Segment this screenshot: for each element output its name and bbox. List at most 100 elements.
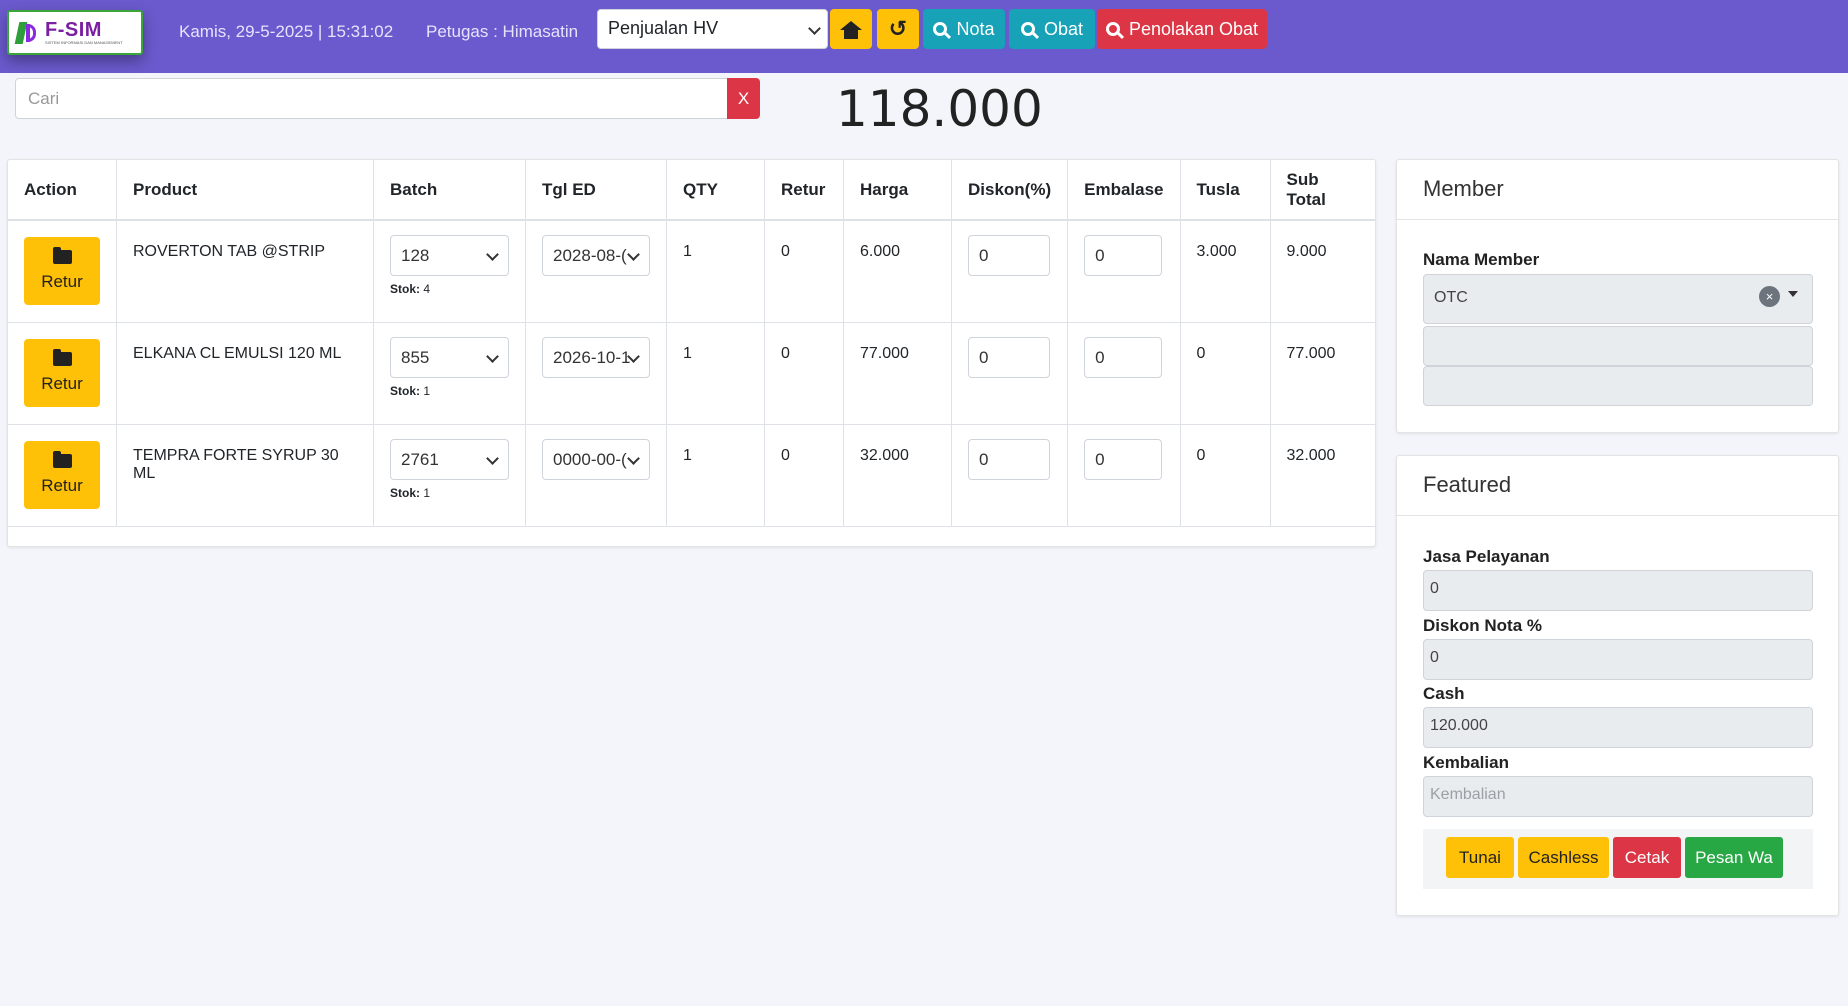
col-subtotal: Sub Total <box>1270 160 1376 221</box>
batch-select[interactable]: 2761 <box>390 438 509 480</box>
cart-table: Action Product Batch Tgl ED QTY Retur Ha… <box>8 160 1376 527</box>
tusla-value: 3.000 <box>1180 220 1271 323</box>
tgl-ed-select[interactable]: 2026-10-1 <box>542 336 650 378</box>
diskon-input[interactable]: 0 <box>968 336 1050 378</box>
penolakan-obat-button[interactable]: Penolakan Obat <box>1097 9 1267 49</box>
retur-label: Retur <box>41 272 83 291</box>
petugas-text: Petugas : Himasatin <box>426 22 579 41</box>
clear-icon[interactable]: × <box>1759 286 1780 307</box>
search-input[interactable]: Cari <box>15 78 728 119</box>
stok-label: Stok: <box>390 383 420 398</box>
retur-button[interactable]: Retur <box>24 237 100 305</box>
featured-card-title: Featured <box>1397 456 1838 516</box>
embalase-input[interactable]: 0 <box>1084 438 1163 480</box>
member-card-title: Member <box>1397 160 1838 220</box>
jasa-pelayanan-label: Jasa Pelayanan <box>1423 547 1550 566</box>
stok-label: Stok: <box>390 485 420 500</box>
product-name: ROVERTON TAB @STRIP <box>116 220 374 323</box>
folder-icon <box>52 247 72 264</box>
obat-label: Obat <box>1043 18 1084 39</box>
chevron-down-icon <box>808 22 821 35</box>
refresh-button[interactable]: ↺ <box>877 9 919 49</box>
search-clear-button[interactable]: X <box>727 78 760 119</box>
kembalian-input[interactable]: Kembalian <box>1423 776 1813 817</box>
subtotal-value: 9.000 <box>1270 220 1376 323</box>
tgl-ed-select[interactable]: 0000-00-( <box>542 438 650 480</box>
undo-icon: ↺ <box>888 16 908 41</box>
chevron-down-icon <box>486 451 499 465</box>
featured-card: Featured Jasa Pelayanan 0 Diskon Nota % … <box>1396 455 1839 916</box>
subtotal-value: 77.000 <box>1270 322 1376 425</box>
jasa-pelayanan-input[interactable]: 0 <box>1423 570 1813 611</box>
col-embalase: Embalase <box>1067 160 1181 221</box>
batch-value: 2761 <box>401 449 439 469</box>
member-info-field-1[interactable] <box>1423 326 1813 366</box>
chevron-down-icon <box>486 349 499 363</box>
logo-subtitle: SISTEM INFORMASI DAN MANAGEMENT <box>45 39 123 45</box>
col-product: Product <box>116 160 374 221</box>
folder-icon <box>52 450 72 468</box>
retur-button[interactable]: Retur <box>24 338 100 407</box>
embalase-input[interactable]: 0 <box>1084 336 1163 378</box>
diskon-input[interactable]: 0 <box>968 438 1050 480</box>
tgl-ed-value: 2026-10-1 <box>553 347 631 367</box>
home-button[interactable] <box>830 9 872 49</box>
obat-button[interactable]: Obat <box>1009 9 1095 49</box>
member-info-field-2[interactable] <box>1423 366 1813 406</box>
pesan-wa-button[interactable]: Pesan Wa <box>1685 837 1783 878</box>
logo-mark-icon <box>14 20 39 46</box>
embalase-input[interactable]: 0 <box>1084 235 1163 276</box>
stok-value: 4 <box>423 282 431 296</box>
tgl-ed-select[interactable]: 2028-08-( <box>542 235 650 276</box>
chevron-down-icon <box>627 248 640 261</box>
chevron-down-icon <box>486 248 499 261</box>
nota-button[interactable]: Nota <box>923 9 1005 49</box>
harga-value: 6.000 <box>843 220 952 323</box>
nota-label: Nota <box>956 18 995 39</box>
col-action: Action <box>8 160 117 221</box>
col-tgl-ed: Tgl ED <box>525 160 667 221</box>
diskon-input[interactable]: 0 <box>968 235 1050 276</box>
diskon-nota-input[interactable]: 0 <box>1423 639 1813 680</box>
table-row: Retur TEMPRA FORTE SYRUP 30 ML 2761 Stok… <box>8 424 1376 527</box>
folder-icon <box>52 348 72 366</box>
cetak-button[interactable]: Cetak <box>1613 837 1681 878</box>
harga-value: 32.000 <box>843 424 952 527</box>
stok-value: 1 <box>423 485 431 500</box>
col-diskon: Diskon(%) <box>951 160 1069 221</box>
qty-value: 1 <box>666 322 765 425</box>
nama-member-value: OTC <box>1434 289 1468 306</box>
sale-mode-select[interactable]: Penjualan HV <box>597 9 828 49</box>
col-qty: QTY <box>666 160 765 221</box>
tunai-button[interactable]: Tunai <box>1446 837 1514 878</box>
cashless-button[interactable]: Cashless <box>1518 837 1609 878</box>
tusla-value: 0 <box>1180 322 1271 425</box>
stok-label: Stok: <box>390 282 420 296</box>
tusla-value: 0 <box>1180 424 1271 527</box>
batch-value: 855 <box>401 347 430 367</box>
cash-label: Cash <box>1423 684 1465 703</box>
top-navbar: F-SIM SISTEM INFORMASI DAN MANAGEMENT Ka… <box>0 0 1848 73</box>
table-header-row: Action Product Batch Tgl ED QTY Retur Ha… <box>8 160 1376 221</box>
col-retur: Retur <box>764 160 844 221</box>
col-tusla: Tusla <box>1180 160 1271 221</box>
caret-down-icon <box>1788 291 1798 297</box>
grand-total: 118.000 <box>836 80 1043 138</box>
stok-value: 1 <box>423 383 431 398</box>
app-logo[interactable]: F-SIM SISTEM INFORMASI DAN MANAGEMENT <box>7 10 143 55</box>
retur-label: Retur <box>41 475 83 495</box>
retur-label: Retur <box>41 373 83 393</box>
product-name: ELKANA CL EMULSI 120 ML <box>116 322 374 425</box>
nama-member-select[interactable]: OTC × <box>1423 274 1813 324</box>
chevron-down-icon <box>627 451 640 465</box>
table-row: Retur ROVERTON TAB @STRIP 128 Stok: 4 20… <box>8 220 1376 323</box>
cash-input[interactable]: 120.000 <box>1423 707 1813 748</box>
retur-value: 0 <box>764 424 844 527</box>
batch-select[interactable]: 855 <box>390 336 509 378</box>
stok-text: Stok: 4 <box>390 282 509 296</box>
retur-button[interactable]: Retur <box>24 440 100 509</box>
diskon-nota-label: Diskon Nota % <box>1423 616 1543 635</box>
member-card: Member Nama Member OTC × <box>1396 159 1839 433</box>
batch-select[interactable]: 128 <box>390 235 509 276</box>
kembalian-label: Kembalian <box>1423 753 1509 772</box>
